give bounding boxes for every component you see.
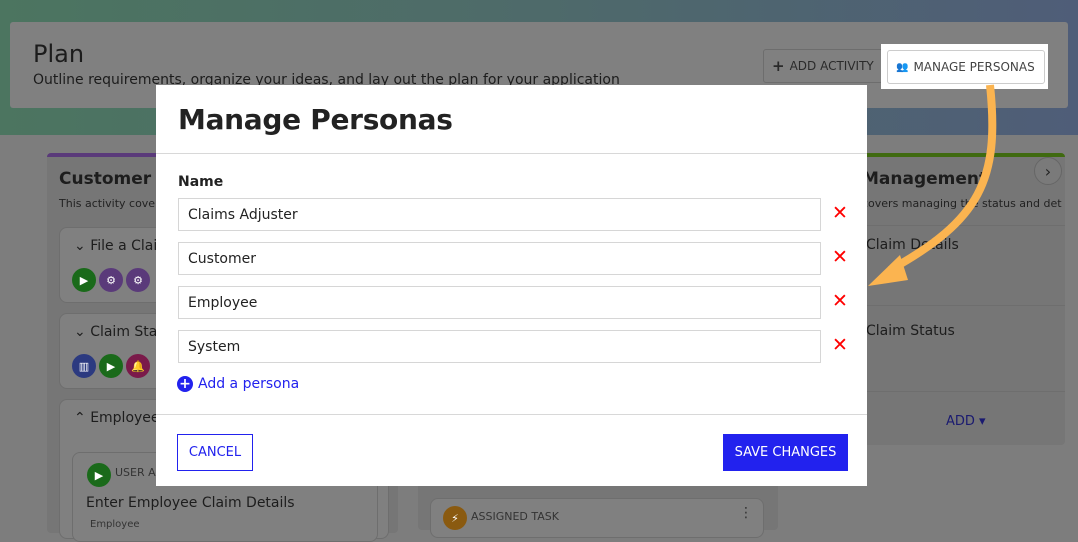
persona-input[interactable] (178, 330, 821, 363)
divider (156, 153, 867, 154)
cancel-button[interactable]: CANCEL (177, 434, 253, 471)
persona-input[interactable] (178, 242, 821, 275)
chevron-right-icon[interactable]: › (1034, 157, 1062, 185)
save-changes-button[interactable]: SAVE CHANGES (723, 434, 848, 471)
group-title: File a Clain (90, 238, 167, 254)
plus-circle-icon: + (177, 376, 193, 392)
page-title: Plan (33, 40, 85, 68)
name-label: Name (178, 174, 224, 190)
chart-icon: ▥ (72, 354, 96, 378)
manage-personas-button[interactable]: 👥 MANAGE PERSONAS (887, 50, 1045, 84)
play-icon: ▶ (87, 463, 111, 487)
group-title: Employee (90, 410, 160, 426)
delete-icon[interactable]: ✕ (832, 202, 848, 224)
bell-icon: 🔔 (126, 354, 150, 378)
group-title: Claim Stat (90, 324, 163, 340)
play-icon: ▶ (99, 354, 123, 378)
people-icon: 👥 (896, 61, 909, 73)
delete-icon[interactable]: ✕ (832, 290, 848, 312)
add-activity-button[interactable]: + ADD ACTIVITY (763, 49, 883, 83)
persona-input[interactable] (178, 286, 821, 319)
more-icon[interactable]: ⋮ (739, 505, 753, 521)
add-persona-link[interactable]: + Add a persona (177, 376, 299, 392)
card-title: Enter Employee Claim Details (86, 495, 295, 511)
gear-icon: ⚙ (126, 268, 150, 292)
manage-personas-dialog: Manage Personas Name ✕ ✕ ✕ ✕ + Add a per… (156, 85, 867, 486)
add-dropdown-button[interactable]: ADD ▾ (946, 414, 986, 429)
pointer-arrow (868, 84, 997, 286)
card-persona: Employee (90, 519, 140, 530)
delete-icon[interactable]: ✕ (832, 246, 848, 268)
divider (156, 414, 867, 415)
item-title[interactable]: Claim Status (866, 323, 955, 339)
column-title: Customer C (59, 169, 170, 189)
column-desc: This activity cover (59, 197, 160, 210)
lightning-icon: ⚡ (443, 506, 467, 530)
card-type: ASSIGNED TASK (471, 510, 559, 523)
plus-icon: + (772, 57, 785, 75)
dialog-title: Manage Personas (178, 103, 453, 136)
persona-input[interactable] (178, 198, 821, 231)
play-icon: ▶ (72, 268, 96, 292)
assigned-task-card[interactable]: ⚡ ASSIGNED TASK ⋮ (430, 498, 764, 538)
gear-icon: ⚙ (99, 268, 123, 292)
delete-icon[interactable]: ✕ (832, 334, 848, 356)
